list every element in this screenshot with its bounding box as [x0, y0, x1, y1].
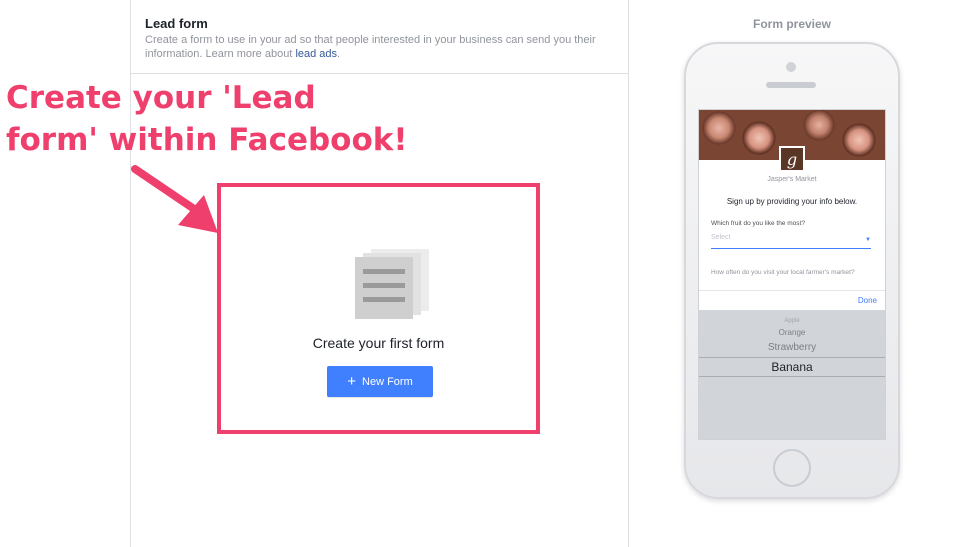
- chevron-down-icon: ▼: [865, 237, 871, 243]
- option-picker[interactable]: Apple Orange Strawberry Banana: [699, 310, 885, 439]
- lead-form-title: Lead form: [145, 16, 208, 31]
- form-preview-title: Form preview: [752, 17, 832, 31]
- speaker-grille: [766, 82, 816, 88]
- question-fruit-label: Which fruit do you like the most?: [711, 220, 805, 227]
- fruit-select[interactable]: Select ▼: [711, 234, 871, 249]
- form-document-icon: [355, 249, 429, 319]
- create-first-form-title: Create your first form: [312, 335, 445, 351]
- picker-option[interactable]: Strawberry: [699, 342, 885, 353]
- lead-form-header: Lead form Create a form to use in your a…: [131, 0, 628, 74]
- annotation-arrow-icon: [131, 165, 218, 233]
- plus-icon: +: [347, 373, 357, 390]
- phone-mockup: g Jasper's Market Sign up by providing y…: [684, 42, 900, 499]
- picker-option[interactable]: Apple: [699, 318, 885, 324]
- picker-option[interactable]: Orange: [699, 328, 885, 337]
- home-button: [773, 449, 811, 487]
- phone-screen: g Jasper's Market Sign up by providing y…: [698, 109, 886, 440]
- new-form-button-label: New Form: [362, 375, 413, 388]
- question-visit-label: How often do you visit your local farmer…: [711, 269, 855, 276]
- picker-divider: [699, 357, 885, 358]
- picker-divider: [699, 376, 885, 377]
- lead-ads-link[interactable]: lead ads: [295, 48, 337, 60]
- done-button[interactable]: Done: [858, 296, 877, 305]
- picker-option-selected[interactable]: Banana: [699, 360, 885, 374]
- business-name: Jasper's Market: [767, 176, 817, 183]
- lead-form-description-text: Create a form to use in your ad so that …: [145, 34, 596, 60]
- annotation-callout: Create your 'Lead form' within Facebook!: [6, 77, 446, 161]
- signup-text: Sign up by providing your info below.: [726, 197, 858, 206]
- form-preview-panel: Form preview g Jasper's Market Sign up b…: [629, 0, 955, 547]
- fruit-select-placeholder: Select: [711, 234, 731, 241]
- lead-form-description: Create a form to use in your ad so that …: [145, 33, 615, 61]
- camera-icon: [786, 62, 796, 72]
- create-form-box: Create your first form + New Form: [217, 183, 540, 434]
- business-logo: g: [779, 146, 805, 172]
- picker-toolbar: Done: [699, 290, 885, 311]
- new-form-button[interactable]: + New Form: [327, 366, 433, 397]
- lead-form-description-suffix: .: [337, 48, 341, 60]
- annotation-line-1: Create your 'Lead: [6, 80, 316, 116]
- annotation-line-2: form' within Facebook!: [6, 122, 408, 158]
